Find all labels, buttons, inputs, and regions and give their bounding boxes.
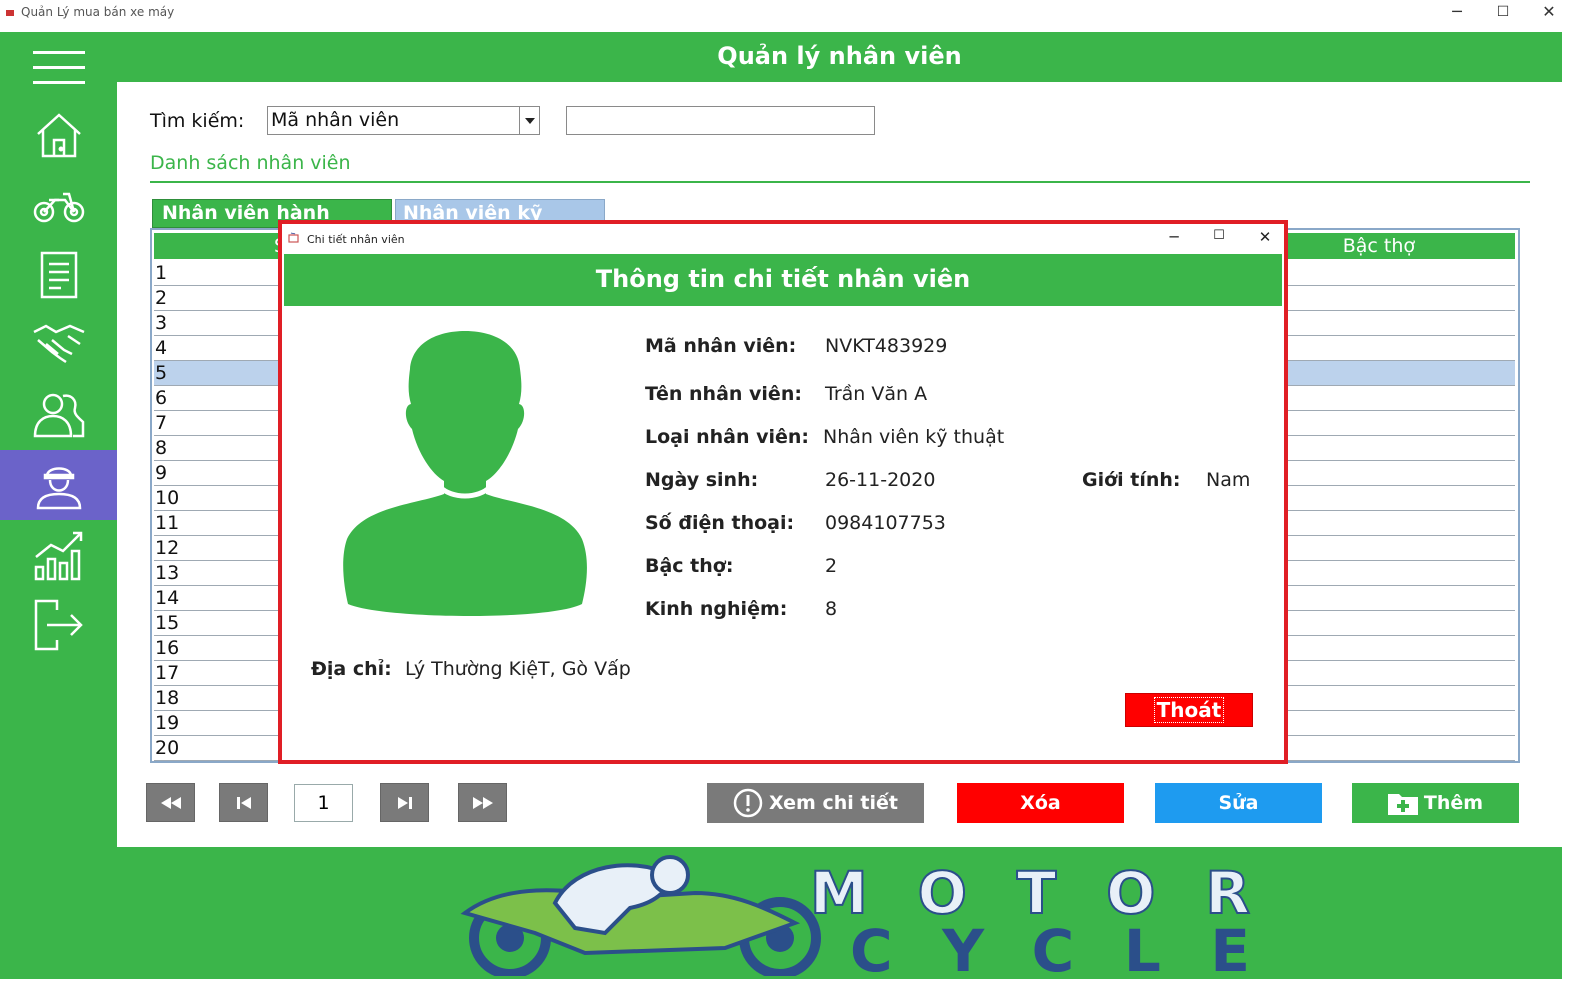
app-icon xyxy=(6,10,14,16)
phone-label: Số điện thoại: xyxy=(645,512,795,534)
search-label: Tìm kiếm: xyxy=(150,110,245,132)
window-titlebar: Quản Lý mua bán xe máy ─ ☐ ✕ xyxy=(0,0,1573,32)
birthdate-label: Ngày sinh: xyxy=(645,469,759,491)
search-field-select[interactable]: Mã nhân viên xyxy=(267,106,540,135)
next-page-button[interactable] xyxy=(380,783,429,822)
list-title: Danh sách nhân viên xyxy=(150,152,351,174)
sidebar-item-home[interactable] xyxy=(0,100,117,170)
page-title: Quản lý nhân viên xyxy=(717,42,962,70)
delete-label: Xóa xyxy=(1020,792,1061,814)
employee-detail-dialog: Chi tiết nhân viên ─ ☐ ✕ Thông tin chi t… xyxy=(278,220,1288,764)
sidebar-item-employee[interactable] xyxy=(0,450,117,520)
employee-type-value: Nhân viên kỹ thuật xyxy=(823,426,1005,448)
skill-level-value: 2 xyxy=(825,555,838,577)
menu-icon xyxy=(32,51,85,84)
motorcycle-logo: MOTOR CYCLE xyxy=(460,855,1251,976)
employee-id-label: Mã nhân viên: xyxy=(645,335,797,357)
handshake-icon xyxy=(32,324,84,364)
dialog-heading-bar: Thông tin chi tiết nhân viên xyxy=(284,254,1282,306)
customers-icon xyxy=(33,393,84,438)
sidebar-item-invoice[interactable] xyxy=(0,240,117,310)
edit-label: Sửa xyxy=(1218,792,1259,814)
gender-label: Giới tính: xyxy=(1082,469,1181,491)
address-value: Lý Thường KiệT, Gò Vấp xyxy=(405,658,631,680)
page-number-input[interactable]: 1 xyxy=(294,784,353,822)
view-details-button[interactable]: Xem chi tiết xyxy=(707,783,924,823)
user-avatar-icon xyxy=(343,331,587,617)
double-chevron-right-icon xyxy=(472,796,493,809)
experience-label: Kinh nghiệm: xyxy=(645,598,788,620)
add-label: Thêm xyxy=(1423,792,1484,814)
minimize-button[interactable]: ─ xyxy=(1434,0,1480,28)
info-alert-icon xyxy=(733,788,763,818)
dialog-maximize-button[interactable]: ☐ xyxy=(1204,228,1234,250)
java-app-icon xyxy=(288,232,299,243)
previous-page-button[interactable] xyxy=(219,783,268,822)
employee-icon xyxy=(36,467,81,510)
sidebar-item-statistics[interactable] xyxy=(0,520,117,590)
experience-value: 8 xyxy=(825,598,838,620)
sidebar xyxy=(0,32,117,979)
chevron-down-icon[interactable] xyxy=(519,107,539,134)
invoice-icon xyxy=(40,251,77,299)
logout-icon xyxy=(34,599,83,651)
double-chevron-left-icon xyxy=(160,796,181,809)
maximize-button[interactable]: ☐ xyxy=(1480,0,1526,28)
employee-name-label: Tên nhân viên: xyxy=(645,383,802,405)
employee-type-label: Loại nhân viên: xyxy=(645,426,810,448)
search-input[interactable] xyxy=(566,106,875,135)
home-icon xyxy=(36,113,81,158)
skill-level-label: Bậc thợ: xyxy=(645,555,734,577)
sidebar-item-motorcycle[interactable] xyxy=(0,170,117,240)
page-header: Quản lý nhân viên xyxy=(117,32,1562,82)
exit-button[interactable]: Thoát xyxy=(1125,693,1253,727)
logo-text-cycle: CYCLE xyxy=(850,917,1250,976)
first-page-button[interactable] xyxy=(146,783,195,822)
gender-value: Nam xyxy=(1206,469,1251,491)
view-details-label: Xem chi tiết xyxy=(769,792,898,814)
close-button[interactable]: ✕ xyxy=(1526,0,1572,28)
edit-button[interactable]: Sửa xyxy=(1155,783,1322,823)
dialog-window-title: Chi tiết nhân viên xyxy=(307,233,405,246)
sidebar-item-logout[interactable] xyxy=(0,590,117,660)
skip-back-icon xyxy=(236,796,251,809)
search-field-value: Mã nhân viên xyxy=(271,109,400,131)
window-title: Quản Lý mua bán xe máy xyxy=(21,5,175,19)
column-header-skill-level: Bậc thợ xyxy=(1342,235,1415,257)
employee-name-value: Trần Văn A xyxy=(825,383,928,405)
motorcycle-icon xyxy=(33,192,84,223)
last-page-button[interactable] xyxy=(458,783,507,822)
dialog-minimize-button[interactable]: ─ xyxy=(1159,228,1189,250)
phone-value: 0984107753 xyxy=(825,512,946,534)
statistics-icon xyxy=(34,531,82,581)
sidebar-item-customers[interactable] xyxy=(0,380,117,450)
dialog-heading: Thông tin chi tiết nhân viên xyxy=(595,265,971,293)
delete-button[interactable]: Xóa xyxy=(957,783,1124,823)
add-button[interactable]: Thêm xyxy=(1352,783,1519,823)
address-label: Địa chỉ: xyxy=(311,658,392,680)
skip-forward-icon xyxy=(397,796,412,809)
exit-label: Thoát xyxy=(1153,697,1225,723)
dialog-titlebar: Chi tiết nhân viên ─ ☐ ✕ xyxy=(282,224,1284,254)
dialog-close-button[interactable]: ✕ xyxy=(1250,228,1280,250)
employee-id-value: NVKT483929 xyxy=(825,335,948,357)
divider xyxy=(150,181,1530,183)
birthdate-value: 26-11-2020 xyxy=(825,469,936,491)
sidebar-item-handshake[interactable] xyxy=(0,310,117,380)
sidebar-item-menu[interactable] xyxy=(0,32,117,102)
add-folder-icon xyxy=(1387,794,1418,815)
